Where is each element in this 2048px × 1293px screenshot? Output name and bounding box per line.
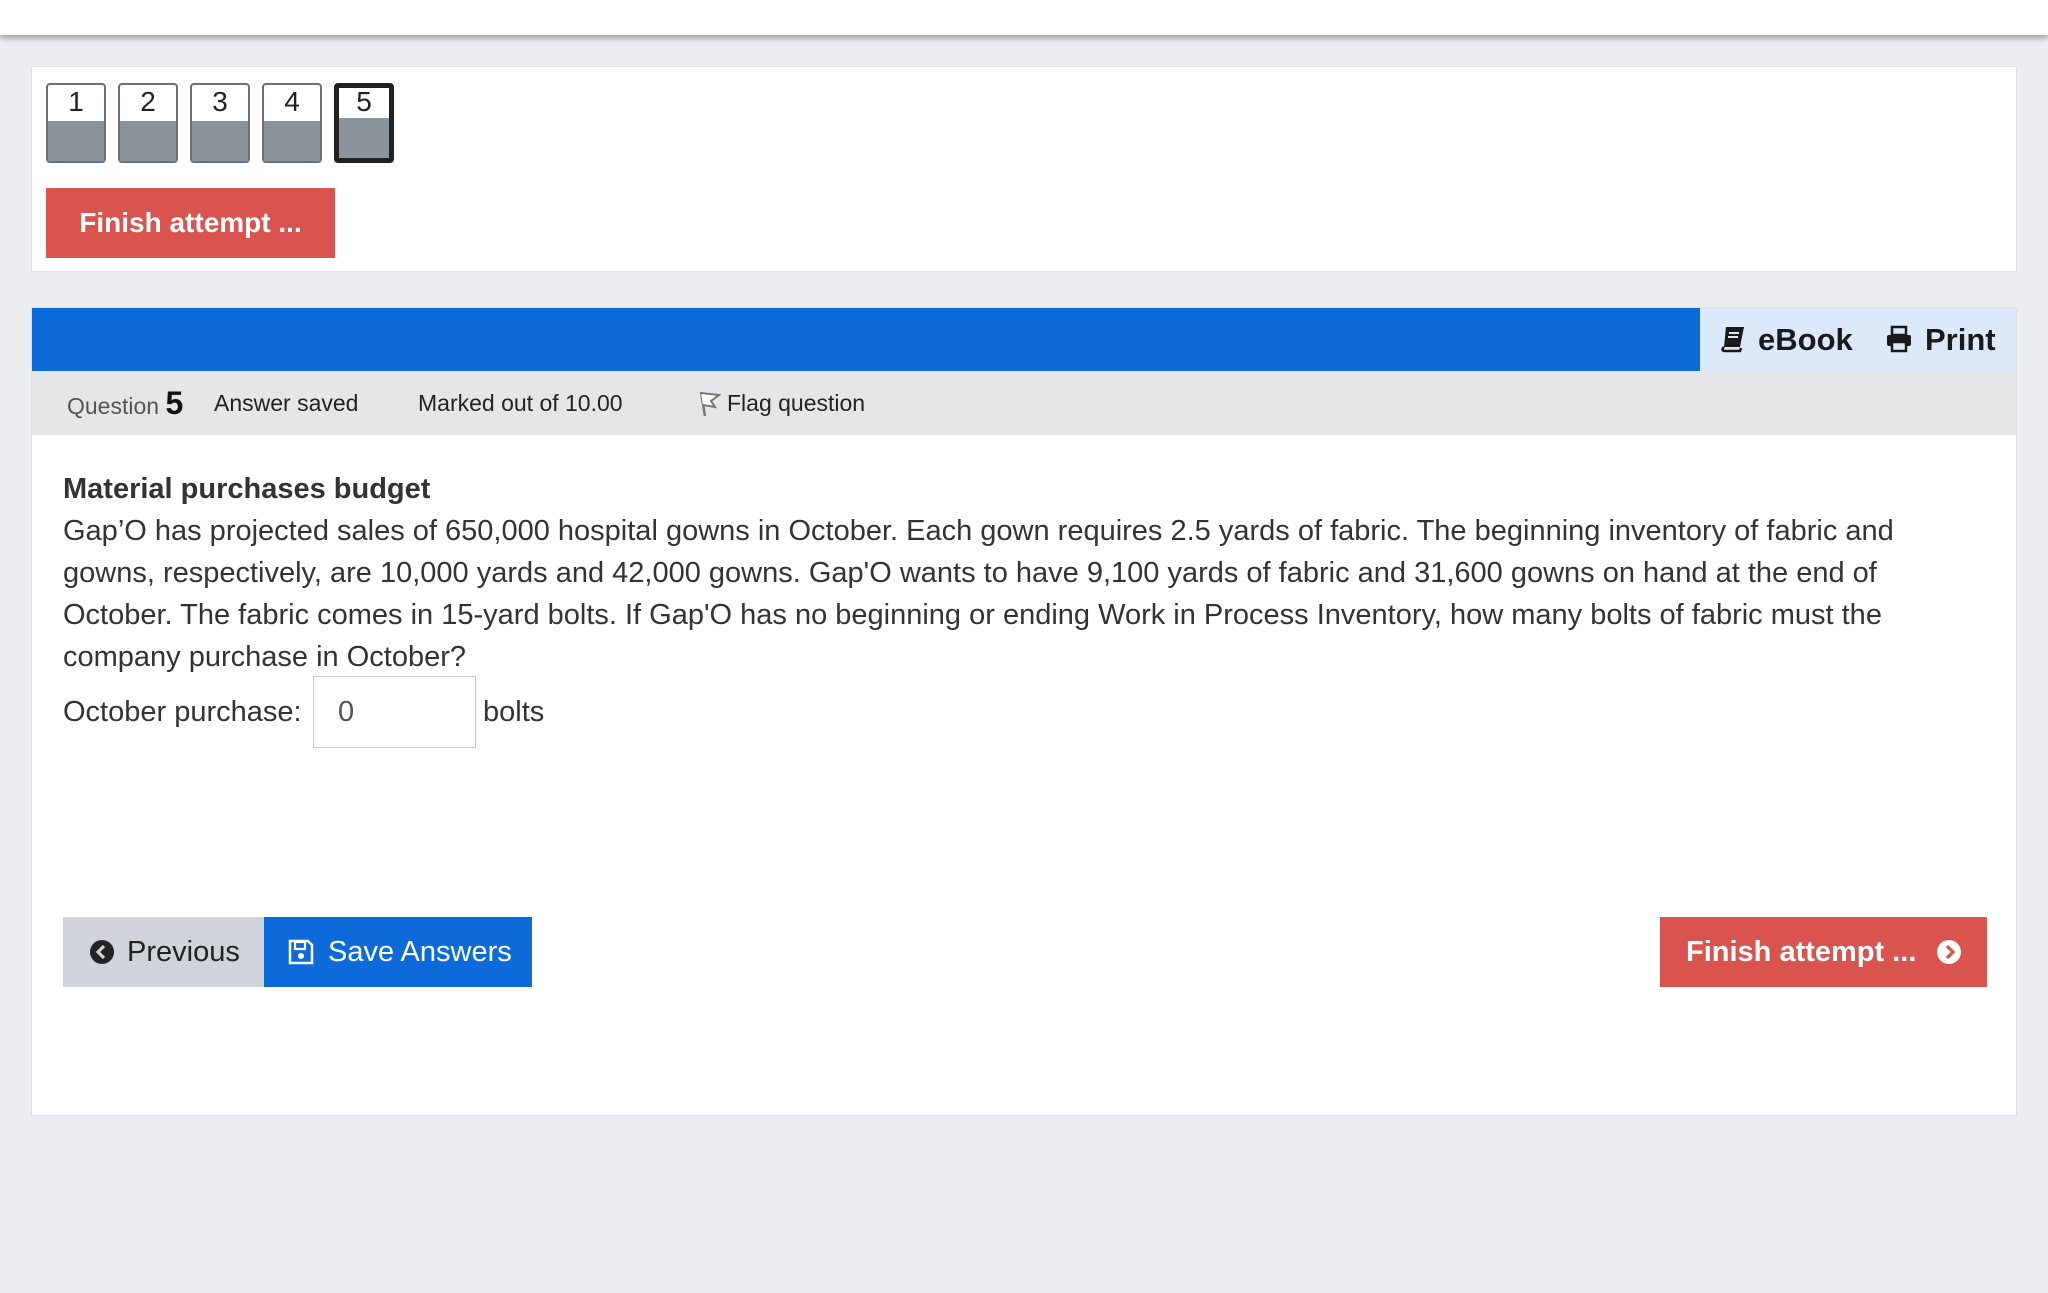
save-answers-label: Save Answers <box>328 936 512 968</box>
answer-input[interactable] <box>313 676 476 748</box>
print-label: Print <box>1925 322 1996 357</box>
finish-attempt-button-top[interactable]: Finish attempt ... <box>46 188 335 258</box>
flag-icon <box>699 391 722 417</box>
question-nav-number: 3 <box>212 86 228 117</box>
finish-attempt-button[interactable]: Finish attempt ... <box>1660 917 1987 987</box>
chevron-left-circle-icon <box>90 940 114 964</box>
question-number-label: Question 5 <box>67 371 183 435</box>
book-icon <box>1721 326 1744 353</box>
question-tools: eBook Print <box>1700 308 2016 371</box>
question-panel: eBook Print Question 5 Answer saved Mark… <box>31 307 2017 1116</box>
question-nav-button-5[interactable]: 5 <box>334 83 394 163</box>
previous-label: Previous <box>127 936 240 968</box>
question-title: Material purchases budget <box>63 473 431 505</box>
question-status-fill <box>192 121 248 161</box>
question-nav-button-4[interactable]: 4 <box>262 83 322 163</box>
printer-icon <box>1887 325 1911 353</box>
question-nav-number: 2 <box>140 86 156 117</box>
question-nav-button-3[interactable]: 3 <box>190 83 250 163</box>
finish-attempt-label: Finish attempt ... <box>1686 936 1917 968</box>
question-nav-number: 4 <box>284 86 300 117</box>
question-marks: Marked out of 10.00 <box>418 390 623 416</box>
top-header-bar <box>0 0 2048 35</box>
question-nav-number: 1 <box>68 86 84 117</box>
chevron-right-circle-icon <box>1937 940 1961 964</box>
question-text: Gap’O has projected sales of 650,000 hos… <box>63 515 1894 673</box>
question-number: 5 <box>165 385 184 421</box>
question-label: Question <box>67 393 160 419</box>
answer-label: October purchase: <box>63 696 302 728</box>
question-info-bar: Question 5 Answer saved Marked out of 10… <box>32 371 2016 435</box>
question-status-fill <box>120 121 176 161</box>
flag-question-button[interactable]: Flag question <box>697 371 865 435</box>
question-nav-number: 5 <box>356 86 372 117</box>
ebook-button[interactable]: eBook <box>1720 308 1853 371</box>
question-header-bar <box>32 308 1700 371</box>
question-state: Answer saved <box>214 390 359 416</box>
ebook-label: eBook <box>1758 322 1853 357</box>
question-status-fill <box>264 121 320 161</box>
question-content: Material purchases budget Gap’O has proj… <box>63 468 1963 678</box>
save-icon <box>288 939 314 965</box>
answer-unit: bolts <box>483 696 545 728</box>
question-status-fill <box>48 121 104 161</box>
print-button[interactable]: Print <box>1885 308 1996 371</box>
save-answers-button[interactable]: Save Answers <box>264 917 532 987</box>
question-status-fill <box>339 118 389 158</box>
question-nav-button-2[interactable]: 2 <box>118 83 178 163</box>
question-nav-button-1[interactable]: 1 <box>46 83 106 163</box>
previous-button[interactable]: Previous <box>63 917 264 987</box>
quiz-navigation-panel: 1 2 3 4 5 Finish attempt ... <box>31 66 2017 272</box>
flag-question-label: Flag question <box>727 390 866 416</box>
